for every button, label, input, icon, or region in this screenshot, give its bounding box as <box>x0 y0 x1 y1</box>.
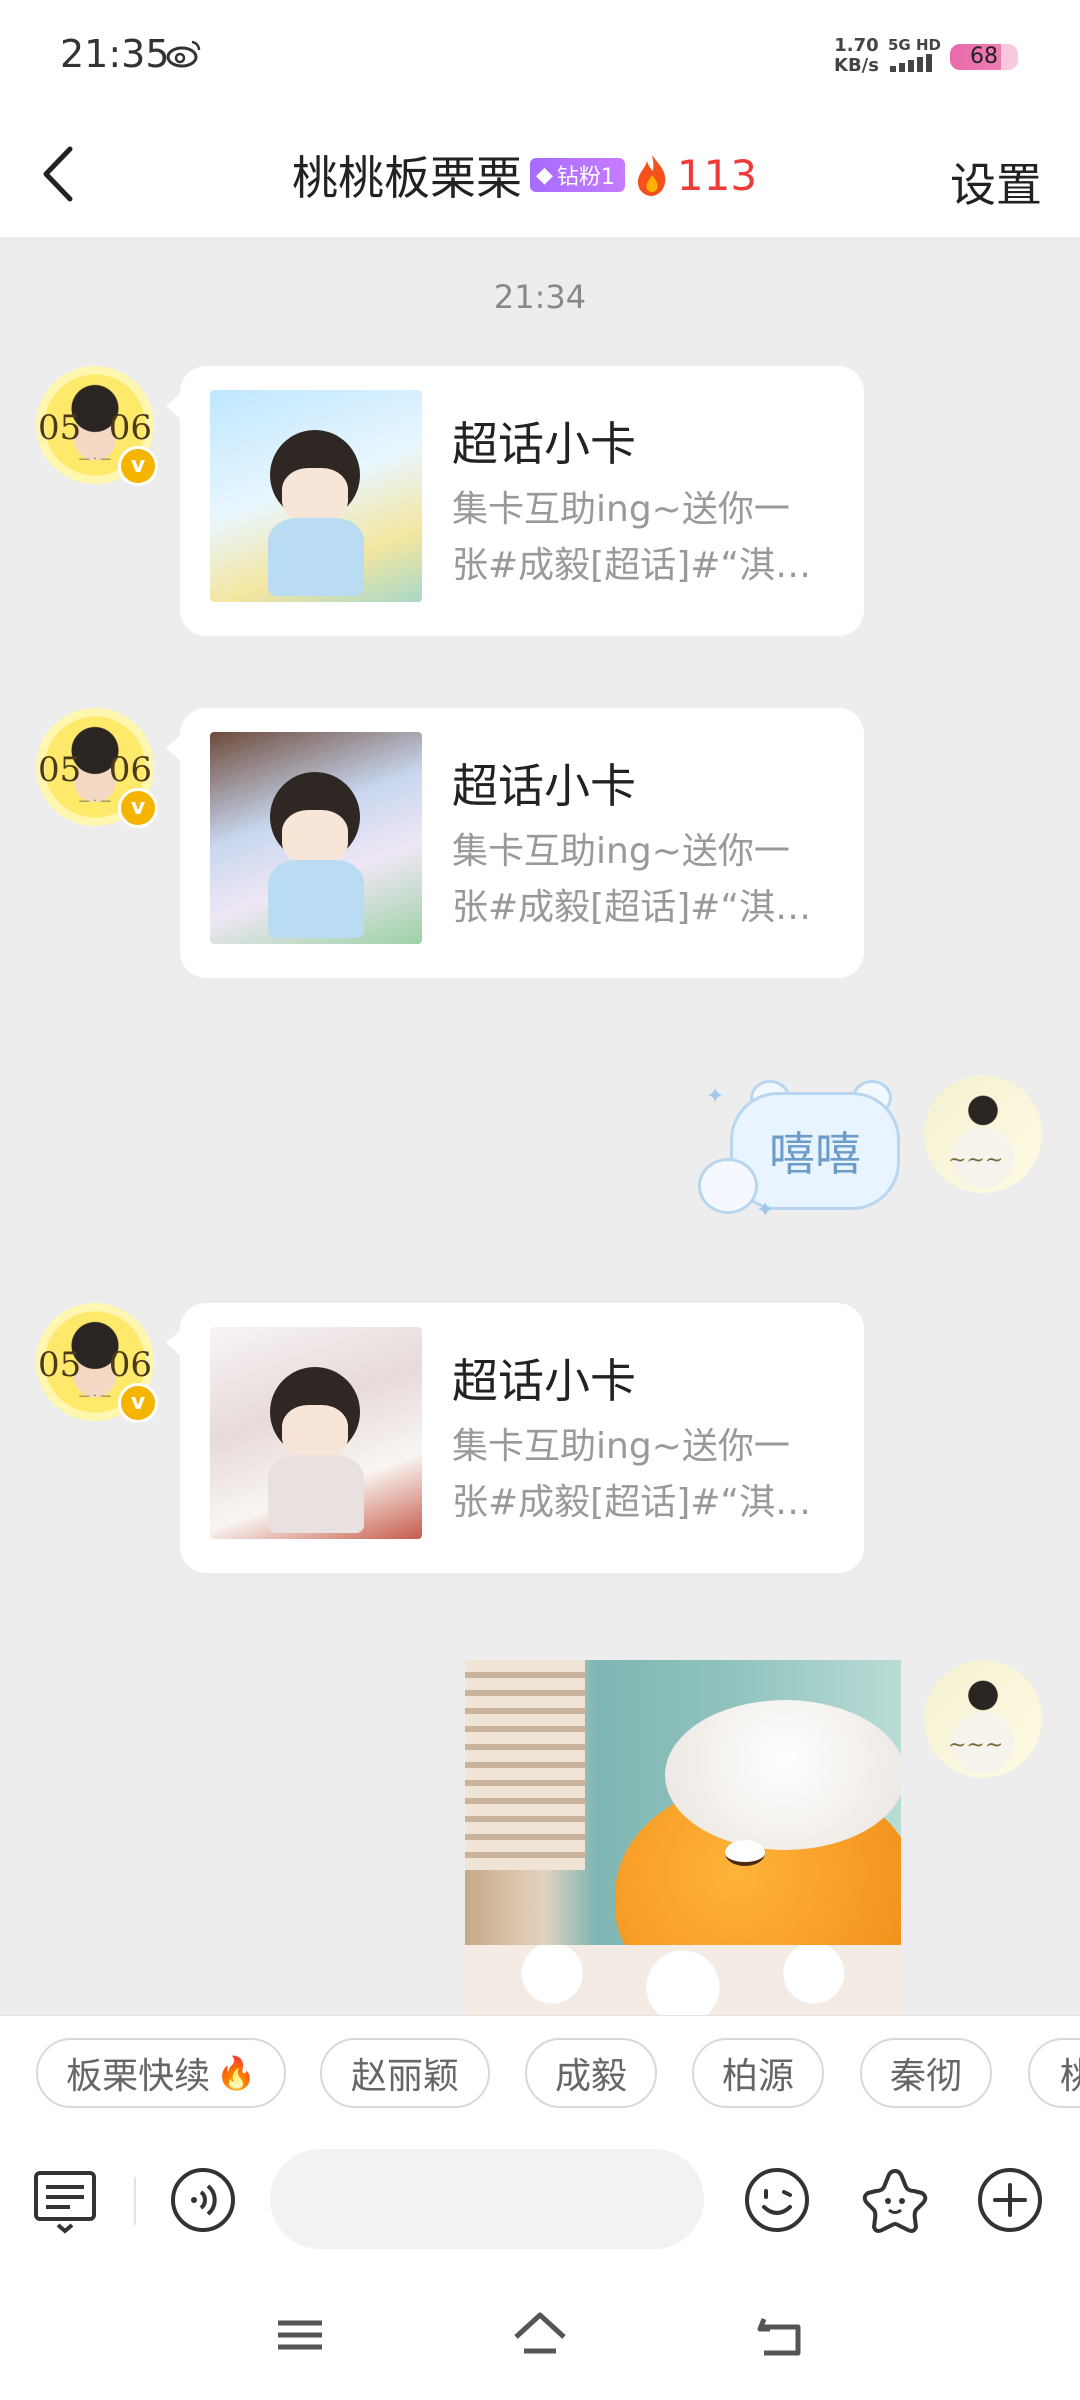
status-time: 21:35 <box>60 32 170 76</box>
quick-chip[interactable]: 秦彻 <box>860 2038 992 2108</box>
network-type: 5G HD <box>888 36 941 54</box>
plus-icon[interactable] <box>975 2165 1045 2235</box>
sticker-cloud <box>698 1158 758 1214</box>
settings-button[interactable]: 设置 <box>950 149 1042 215</box>
my-avatar[interactable]: ~~~ <box>924 1075 1042 1193</box>
battery-indicator: 68 <box>950 44 1018 70</box>
diamond-icon: ◆ <box>536 162 553 188</box>
photo-foam <box>465 1945 901 2015</box>
sparkle-icon: ✦ <box>706 1084 725 1109</box>
thumbnail-figure-face <box>282 810 348 864</box>
keyboard-icon[interactable] <box>30 2165 100 2235</box>
card-desc-line: 张#成毅[超话]#“淇珍... <box>452 1482 838 1523</box>
network-speed-value: 1.70 <box>834 35 879 56</box>
photo-character-cap <box>665 1700 901 1850</box>
card-desc-line: 集卡互助ing~送你一 <box>452 831 790 872</box>
message-input-bar <box>0 2137 1080 2265</box>
intimacy-count: 113 <box>676 150 758 200</box>
network-speed-unit: KB/s <box>834 55 879 76</box>
fan-level-badge: ◆ 钻粉1 <box>530 158 625 192</box>
quick-chip-label: 板栗快续 <box>66 2056 211 2097</box>
verified-badge: v <box>118 788 158 828</box>
voice-icon[interactable] <box>168 2165 238 2235</box>
card-thumbnail <box>210 390 422 602</box>
thumbnail-figure-face <box>282 1405 348 1459</box>
sticker-message[interactable]: 嘻嘻 ✦ ✦ <box>690 1080 906 1223</box>
quick-chip-label: 柏源 <box>721 2056 794 2097</box>
card-description: 集卡互助ing~送你一 张#成毅[超话]#“淇珍... <box>452 1419 838 1531</box>
sparkle-icon: ✦ <box>756 1198 775 1223</box>
system-nav-bar <box>0 2265 1080 2400</box>
sticker-icon[interactable] <box>860 2165 930 2235</box>
message-timestamp: 21:34 <box>493 278 587 316</box>
card-thumbnail <box>210 1327 422 1539</box>
network-speed: 1.70 KB/s <box>834 36 879 76</box>
quick-chip[interactable]: 赵丽颖 <box>320 2038 490 2108</box>
photo-character-eye <box>725 1840 765 1866</box>
fire-icon <box>637 155 666 196</box>
verified-badge: v <box>118 1383 158 1423</box>
avatar-decoration: 05 06 <box>38 408 152 448</box>
card-title: 超话小卡 <box>452 1354 636 1408</box>
chat-header: 桃桃板栗栗 ◆ 钻粉1 113 设置 <box>0 115 1080 237</box>
card-desc-line: 张#成毅[超话]#“淇珍... <box>452 887 838 928</box>
status-bar: 21:35 1.70 KB/s 5G HD 68 <box>0 0 1080 115</box>
thumbnail-figure-body <box>268 860 364 938</box>
quick-chip[interactable]: 桃 <box>1028 2038 1080 2108</box>
fire-icon: 🔥 <box>216 2054 256 2092</box>
card-desc-line: 集卡互助ing~送你一 <box>452 1426 790 1467</box>
quick-chip-label: 成毅 <box>554 2056 627 2097</box>
card-thumbnail <box>210 732 422 944</box>
avatar-decoration: ~~~ <box>948 1148 1004 1173</box>
input-divider <box>134 2177 136 2225</box>
emoji-icon[interactable] <box>742 2165 812 2235</box>
quick-chip-label: 秦彻 <box>889 2056 962 2097</box>
message-input[interactable] <box>270 2149 704 2249</box>
chat-title: 桃桃板栗栗 <box>292 151 522 205</box>
thumbnail-figure-body <box>268 518 364 596</box>
thumbnail-figure-face <box>282 468 348 522</box>
super-topic-card[interactable]: 超话小卡 集卡互助ing~送你一 张#成毅[超话]#“淇珍... <box>166 1303 864 1573</box>
card-title: 超话小卡 <box>452 417 636 471</box>
home-icon[interactable] <box>510 2305 570 2365</box>
image-message[interactable] <box>465 1660 901 2015</box>
verified-badge: v <box>118 446 158 486</box>
quick-chip-label: 桃 <box>1060 2047 1080 2099</box>
card-desc-line: 集卡互助ing~送你一 <box>452 489 790 530</box>
quick-chip[interactable]: 成毅 <box>525 2038 657 2108</box>
quick-chip[interactable]: 柏源 <box>692 2038 824 2108</box>
avatar-decoration: 05 06 <box>38 1345 152 1385</box>
avatar-decoration: 05 06 <box>38 750 152 790</box>
back-icon[interactable] <box>750 2305 810 2365</box>
quick-chip-label: 赵丽颖 <box>350 2056 459 2097</box>
weibo-icon <box>166 40 201 68</box>
signal-bars-icon <box>890 54 932 72</box>
quick-reply-bar: 板栗快续 🔥 赵丽颖 成毅 柏源 秦彻 桃 <box>0 2015 1080 2138</box>
photo-window-blind <box>465 1660 585 1870</box>
chat-title-area[interactable]: 桃桃板栗栗 ◆ 钻粉1 113 <box>292 145 758 206</box>
menu-icon[interactable] <box>270 2305 330 2365</box>
avatar-decoration: ~~~ <box>948 1733 1004 1758</box>
signal-indicator: 5G HD <box>888 36 941 76</box>
super-topic-card[interactable]: 超话小卡 集卡互助ing~送你一 张#成毅[超话]#“淇珍... <box>166 708 864 978</box>
chevron-left-icon[interactable] <box>38 143 78 205</box>
fan-badge-label: 钻粉1 <box>556 165 615 190</box>
card-description: 集卡互助ing~送你一 张#成毅[超话]#“淇珍... <box>452 824 838 936</box>
sticker-text: 嘻嘻 <box>769 1127 861 1181</box>
card-title: 超话小卡 <box>452 759 636 813</box>
card-description: 集卡互助ing~送你一 张#成毅[超话]#“淇珍... <box>452 482 838 594</box>
super-topic-card[interactable]: 超话小卡 集卡互助ing~送你一 张#成毅[超话]#“淇珍... <box>166 366 864 636</box>
my-avatar[interactable]: ~~~ <box>924 1660 1042 1778</box>
card-desc-line: 张#成毅[超话]#“淇珍... <box>452 545 838 586</box>
quick-chip[interactable]: 板栗快续 🔥 <box>36 2038 286 2108</box>
thumbnail-figure-body <box>268 1455 364 1533</box>
